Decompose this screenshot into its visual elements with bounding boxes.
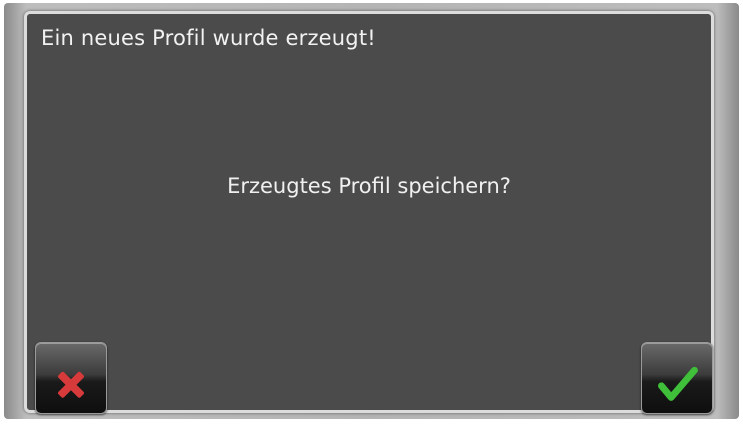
dialog-message: Erzeugtes Profil speichern? — [227, 174, 511, 198]
checkmark-icon — [658, 366, 698, 401]
cross-icon — [58, 371, 84, 398]
cancel-button[interactable] — [35, 342, 107, 414]
save-profile-dialog: Ein neues Profil wurde erzeugt! Erzeugte… — [24, 11, 714, 414]
dialog-title: Ein neues Profil wurde erzeugt! — [41, 26, 376, 50]
confirm-button[interactable] — [641, 342, 713, 414]
